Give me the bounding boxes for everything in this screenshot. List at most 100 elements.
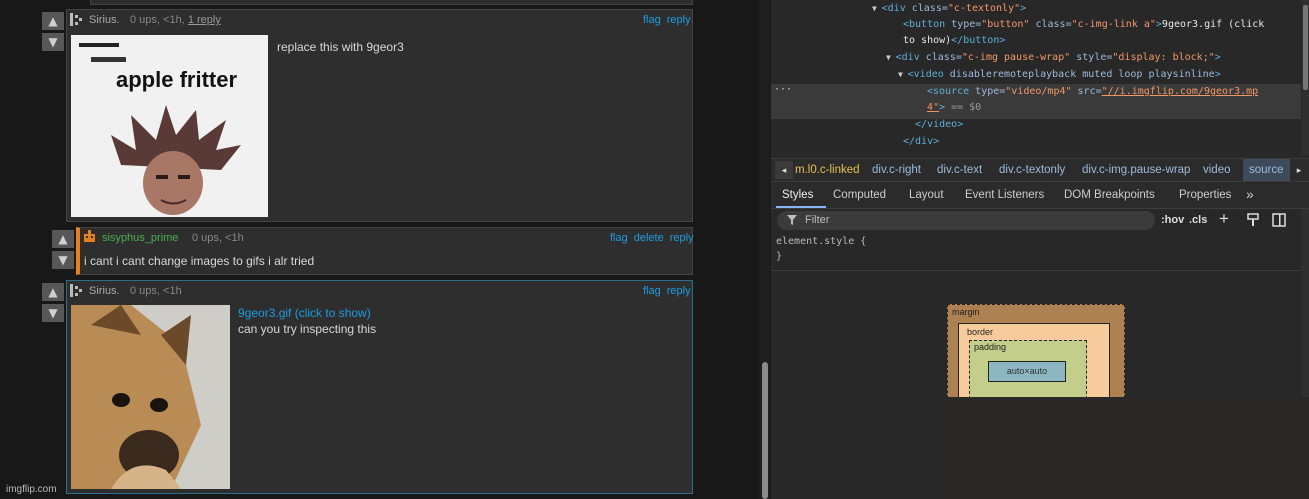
tab-layout[interactable]: Layout <box>909 189 944 201</box>
hov-toggle[interactable]: :hov <box>1161 214 1184 226</box>
code-line[interactable]: to show)</button> <box>903 35 1005 46</box>
tab-event-listeners[interactable]: Event Listeners <box>965 189 1044 201</box>
comment-3-username[interactable]: Sirius. <box>89 285 120 297</box>
expand-arrow-icon[interactable]: ▼ <box>898 70 908 79</box>
element-style-selector[interactable]: element.style { <box>776 236 866 247</box>
code-line[interactable]: </video> <box>915 119 963 130</box>
expand-arrow-icon[interactable]: ▼ <box>886 53 896 62</box>
tab-dom-breakpoints[interactable]: DOM Breakpoints <box>1064 189 1155 201</box>
code-token: "button" <box>981 19 1036 30</box>
breadcrumb-item[interactable]: div.c-text <box>937 164 982 176</box>
vote-buttons: ▲ ▼ <box>52 230 74 272</box>
paint-brush-icon[interactable] <box>1247 213 1259 227</box>
page-scrollbar[interactable] <box>760 0 770 499</box>
more-tabs-icon[interactable]: » <box>1246 186 1254 202</box>
downvote-button[interactable]: ▼ <box>42 304 64 322</box>
styles-tabs: Styles Computed Layout Event Listeners D… <box>771 183 1309 209</box>
breadcrumb-scroll-right-button[interactable]: ▸ <box>1291 161 1307 179</box>
reply-link[interactable]: reply <box>667 14 691 26</box>
code-token: <video <box>907 69 950 80</box>
downvote-button[interactable]: ▼ <box>52 251 74 269</box>
padding-label: padding <box>974 342 1007 352</box>
code-line[interactable]: <source type="video/mp4" src="//i.imgfli… <box>927 86 1258 97</box>
code-token: <source <box>927 86 976 97</box>
code-token: disableremoteplayback muted loop playsin… <box>949 69 1215 80</box>
styles-filter-input[interactable]: Filter <box>777 211 1155 230</box>
code-token: style= <box>1076 52 1113 63</box>
comment-1-actions: flag reply <box>637 14 691 26</box>
reply-link[interactable]: reply <box>670 232 694 244</box>
comment-2-meta: 0 ups, <1h <box>192 232 244 244</box>
code-token: </div> <box>903 136 940 147</box>
code-token: <div <box>895 52 926 63</box>
breadcrumb-item[interactable]: div.c-right <box>872 164 921 176</box>
code-token: <div <box>881 3 912 14</box>
apple-fritter-image[interactable]: apple fritter <box>71 35 268 217</box>
sidebar-toggle-icon[interactable] <box>1272 213 1286 227</box>
scrollbar-thumb[interactable] <box>762 362 768 499</box>
downvote-button[interactable]: ▼ <box>42 33 64 51</box>
code-token: "c-img pause-wrap" <box>961 52 1077 63</box>
robot-avatar-icon <box>84 230 95 242</box>
overlay-occlusion <box>943 397 1309 499</box>
comment-2-username[interactable]: sisyphus_prime <box>102 232 178 244</box>
code-token: </button> <box>951 35 1006 46</box>
breadcrumb-item[interactable]: video <box>1203 164 1231 176</box>
code-token: > <box>1020 3 1027 14</box>
code-line[interactable]: <button type="button" class="c-img-link … <box>903 19 1264 30</box>
watermark: imgflip.com <box>6 484 57 495</box>
code-line[interactable]: ▼ <video disableremoteplayback muted loo… <box>898 69 1221 80</box>
comment-2-text: i cant i cant change images to gifs i al… <box>84 254 315 268</box>
code-line[interactable]: 4"> == $0 <box>927 102 981 113</box>
tab-computed[interactable]: Computed <box>833 189 886 201</box>
elements-tree: ··· ▼ <div class="c-textonly"> <button ty… <box>771 0 1301 155</box>
upvote-button[interactable]: ▲ <box>52 230 74 248</box>
upvote-button[interactable]: ▲ <box>42 283 64 301</box>
code-line[interactable]: ▼ <div class="c-img pause-wrap" style="d… <box>886 52 1221 63</box>
comment-2-actions: flag delete reply <box>604 232 694 244</box>
comment-1-username[interactable]: Sirius. <box>89 14 120 26</box>
tab-styles[interactable]: Styles <box>782 189 813 201</box>
code-token: > <box>939 102 952 113</box>
filter-icon <box>787 215 797 225</box>
delete-link[interactable]: delete <box>634 232 664 244</box>
code-line[interactable]: ▼ <div class="c-textonly"> <box>872 3 1027 14</box>
breadcrumb-item-selected[interactable]: source <box>1243 159 1290 181</box>
code-token: <button <box>903 19 952 30</box>
flag-link[interactable]: flag <box>643 285 661 297</box>
box-model-content[interactable]: auto×auto <box>988 361 1066 382</box>
user-avatar-icon <box>70 284 82 297</box>
code-token: class= <box>1035 19 1072 30</box>
gif-show-link[interactable]: 9geor3.gif (click to show) <box>238 306 371 320</box>
comment-3-meta: 0 ups, <1h <box>130 285 182 297</box>
comments-panel: ▲ ▼ Sirius. 0 ups, <1h, 1 reply flag repl… <box>0 0 757 499</box>
dog-image[interactable] <box>71 305 230 489</box>
flag-link[interactable]: flag <box>610 232 628 244</box>
code-token: src= <box>1077 86 1102 97</box>
expand-arrow-icon[interactable]: ▼ <box>872 4 882 13</box>
tree-scrollbar[interactable] <box>1302 0 1309 155</box>
code-token: class= <box>911 3 948 14</box>
more-options-icon[interactable]: ··· <box>774 84 792 95</box>
comment-1-text: replace this with 9geor3 <box>277 40 404 54</box>
code-token: type= <box>975 86 1006 97</box>
border-label: border <box>967 327 994 337</box>
tab-properties[interactable]: Properties <box>1179 189 1231 201</box>
breadcrumb-item[interactable]: div.c-textonly <box>999 164 1065 176</box>
upvote-button[interactable]: ▲ <box>42 12 64 30</box>
breadcrumb-item[interactable]: div.c-img.pause-wrap <box>1082 164 1190 176</box>
anime-character-image <box>111 105 241 215</box>
reply-link[interactable]: reply <box>667 285 691 297</box>
breadcrumb-item[interactable]: m.l0.c-linked <box>795 164 860 176</box>
code-token: > <box>1214 52 1221 63</box>
new-style-rule-icon[interactable]: + <box>1219 209 1229 229</box>
code-token: type= <box>951 19 982 30</box>
flag-link[interactable]: flag <box>643 14 661 26</box>
code-token: "//i.imgflip.com/9geor3.mp <box>1101 86 1259 97</box>
code-token: == $0 <box>951 102 982 113</box>
code-line[interactable]: </div> <box>903 136 939 147</box>
code-token: "c-textonly" <box>947 3 1021 14</box>
breadcrumb-scroll-left-button[interactable]: ◂ <box>775 161 793 179</box>
comment-1-reply-count[interactable]: 1 reply <box>188 14 221 26</box>
cls-toggle[interactable]: .cls <box>1189 214 1207 226</box>
